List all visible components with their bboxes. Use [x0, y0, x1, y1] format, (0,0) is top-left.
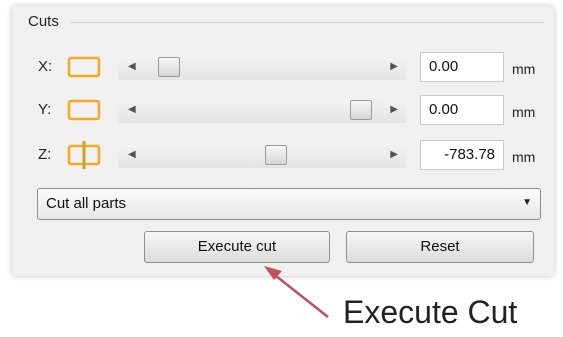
z-slider-left-arrow-icon[interactable]: ◀ — [128, 142, 136, 168]
y-slider-right-arrow-icon[interactable]: ▶ — [390, 97, 398, 123]
z-slider[interactable]: ◀ ▶ — [118, 142, 406, 168]
cut-mode-selected: Cut all parts — [46, 195, 127, 212]
x-unit: mm — [512, 61, 536, 77]
z-slider-right-arrow-icon[interactable]: ▶ — [390, 142, 398, 168]
cut-mode-dropdown[interactable]: Cut all parts ▼ — [37, 188, 541, 220]
chevron-down-icon[interactable]: ▼ — [522, 197, 532, 208]
x-slider-thumb[interactable] — [158, 57, 181, 77]
y-slider[interactable]: ◀ ▶ — [118, 97, 406, 123]
stage: Cuts X: ◀ ▶ 0.00 mm Y: ◀ ▶ 0.00 mm Z: ◀ … — [0, 0, 563, 337]
y-unit: mm — [512, 104, 536, 120]
y-slider-left-arrow-icon[interactable]: ◀ — [128, 97, 136, 123]
y-slider-thumb[interactable] — [349, 100, 372, 120]
x-value-input[interactable]: 0.00 — [420, 52, 504, 82]
z-label: Z: — [38, 146, 52, 163]
execute-cut-button[interactable]: Execute cut — [144, 231, 330, 263]
cuts-group-title: Cuts — [28, 13, 59, 30]
y-label: Y: — [38, 101, 52, 118]
reset-button[interactable]: Reset — [346, 231, 534, 263]
x-slider-left-arrow-icon[interactable]: ◀ — [128, 54, 136, 80]
z-value-input[interactable]: -783.78 — [420, 140, 504, 170]
z-slider-thumb[interactable] — [265, 145, 288, 165]
x-slider-right-arrow-icon[interactable]: ▶ — [390, 54, 398, 80]
z-unit: mm — [512, 149, 536, 165]
y-value-input[interactable]: 0.00 — [420, 95, 504, 125]
x-label: X: — [38, 58, 53, 75]
y-plane-icon — [67, 99, 101, 121]
callout-label: Execute Cut — [343, 294, 518, 330]
x-slider[interactable]: ◀ ▶ — [118, 54, 406, 80]
z-plane-icon — [67, 141, 101, 169]
x-plane-icon — [67, 56, 101, 78]
group-divider — [70, 22, 544, 23]
